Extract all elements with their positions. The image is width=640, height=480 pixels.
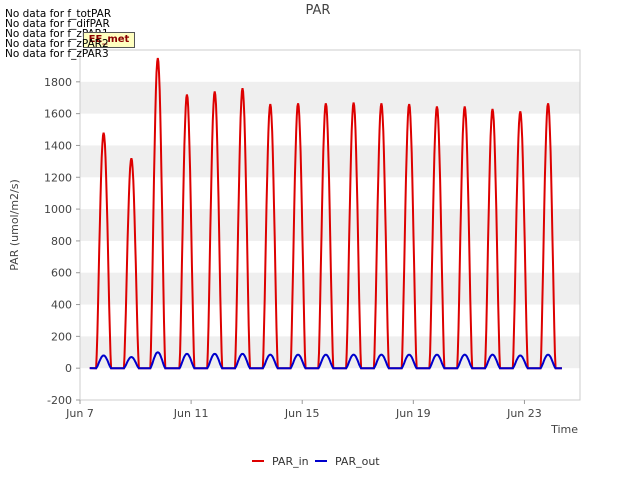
y-tick-label: 0: [65, 362, 72, 375]
y-tick-label: -200: [47, 394, 72, 407]
x-tick-label: Jun 7: [65, 407, 94, 420]
y-tick-label: 1800: [44, 76, 72, 89]
x-tick-label: Jun 23: [506, 407, 542, 420]
y-axis-ticks: -200 0 200 400 600 800 1000 1200 1400 1600 1800: [44, 76, 80, 407]
legend: PAR_in PAR_out: [252, 455, 380, 468]
grid-band: [80, 272, 580, 305]
y-tick-label: 600: [51, 267, 72, 280]
chart-title: PAR: [306, 3, 331, 18]
legend-label: PAR_in: [272, 455, 309, 468]
y-tick-label: 1000: [44, 203, 72, 216]
y-tick-label: 1400: [44, 139, 72, 152]
x-tick-label: Jun 11: [173, 407, 209, 420]
x-axis-label: Time: [550, 423, 578, 436]
y-tick-label: 800: [51, 235, 72, 248]
y-tick-label: 1200: [44, 171, 72, 184]
x-tick-label: Jun 15: [284, 407, 320, 420]
no-data-message: No data for f_zPAR3: [5, 48, 109, 60]
legend-label: PAR_out: [335, 455, 380, 468]
y-tick-label: 400: [51, 299, 72, 312]
y-tick-label: 1600: [44, 108, 72, 121]
par-chart: -200 0 200 400 600 800 1000 1200 1400 1600 1800 Ju…: [8, 3, 581, 468]
y-axis-label: PAR (umol/m2/s): [8, 179, 21, 271]
y-tick-label: 200: [51, 330, 72, 343]
x-axis-ticks: Jun 7 Jun 11 Jun 15 Jun 19 Jun 23: [65, 400, 542, 420]
x-tick-label: Jun 19: [395, 407, 431, 420]
